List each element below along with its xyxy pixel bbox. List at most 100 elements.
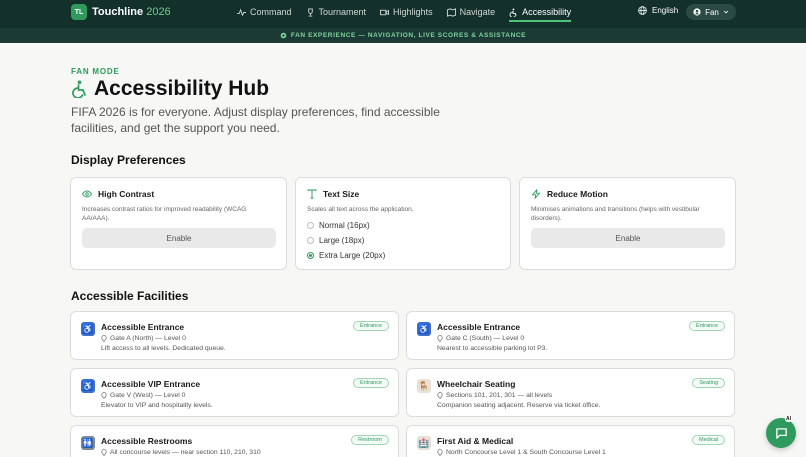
text-size-description: Scales all text across the application. — [307, 206, 414, 213]
option-label: Large (18px) — [319, 236, 365, 245]
logo-badge[interactable]: TL — [71, 4, 87, 20]
chevron-down-icon — [723, 10, 728, 14]
high-contrast-description: Increases contrast ratios for improved r… — [82, 206, 247, 222]
facility-name: Wheelchair Seating — [437, 379, 516, 389]
video-icon — [380, 9, 390, 15]
wheelchair-icon: ♿ — [81, 322, 95, 336]
page-description: FIFA 2026 is for everyone. Adjust displa… — [71, 105, 440, 135]
facility-location: All concourse levels — near section 110,… — [101, 449, 261, 456]
map-pin-icon — [101, 449, 107, 456]
facility-card[interactable]: 🚻 Accessible Restrooms Restroom All conc… — [70, 425, 399, 457]
nav-item-navigate[interactable]: Navigate — [446, 0, 496, 24]
hospital-icon: 🏥 — [417, 436, 431, 450]
nav-label: Navigate — [459, 7, 496, 17]
map-pin-icon — [101, 392, 107, 399]
reduce-motion-title: Reduce Motion — [547, 189, 608, 199]
type-icon — [307, 189, 317, 199]
map-pin-icon — [437, 449, 443, 456]
trophy-icon — [307, 7, 313, 17]
mode-eyebrow: FAN MODE — [71, 67, 120, 76]
accessibility-icon — [509, 7, 517, 17]
facility-name: Accessible VIP Entrance — [101, 379, 201, 389]
language-label: English — [652, 6, 679, 15]
reduce-motion-header: Reduce Motion — [531, 189, 608, 199]
stadium-icon — [280, 32, 287, 39]
nav-item-tournament[interactable]: Tournament — [306, 0, 367, 24]
nav-item-accessibility[interactable]: Accessibility — [509, 0, 572, 24]
facilities-heading: Accessible Facilities — [71, 289, 189, 303]
option-label: Normal (16px) — [319, 221, 370, 230]
facility-tag: Seating — [692, 378, 725, 388]
facility-note: Nearest to accessible parking lot P3. — [437, 345, 548, 352]
facility-card[interactable]: ♿ Accessible Entrance Entrance Gate A (N… — [70, 311, 399, 360]
text-size-option-extra-large[interactable]: Extra Large (20px) — [307, 251, 385, 260]
seat-icon: 🪑 — [417, 379, 431, 393]
facility-location: Sections 101, 201, 301 — all levels — [437, 392, 552, 399]
main-nav: Command Tournament Highlights Navigate A… — [237, 0, 572, 24]
radio-button[interactable] — [307, 237, 314, 244]
location-text: Sections 101, 201, 301 — all levels — [446, 392, 553, 399]
facility-note: Companion seating adjacent. Reserve via … — [437, 402, 601, 409]
page-title: Accessibility Hub — [94, 77, 270, 100]
banner-text: FAN EXPERIENCE — NAVIGATION, LIVE SCORES… — [290, 32, 527, 39]
activity-icon — [237, 7, 246, 16]
map-pin-icon — [437, 335, 443, 342]
facility-card[interactable]: ♿ Accessible VIP Entrance Entrance Gate … — [70, 368, 399, 417]
reduce-motion-enable-button[interactable]: Enable — [531, 228, 725, 248]
facility-name: Accessible Entrance — [101, 322, 185, 332]
ai-badge: AI — [785, 416, 792, 422]
radio-button[interactable] — [307, 222, 314, 229]
facility-tag: Entrance — [688, 321, 725, 331]
text-size-option-large[interactable]: Large (18px) — [307, 236, 364, 245]
high-contrast-header: High Contrast — [82, 189, 154, 199]
text-size-title: Text Size — [323, 189, 360, 199]
facility-card[interactable]: ♿ Accessible Entrance Entrance Gate C (S… — [406, 311, 735, 360]
facility-name: Accessible Entrance — [437, 322, 521, 332]
facility-name: Accessible Restrooms — [101, 436, 193, 446]
text-size-header: Text Size — [307, 189, 359, 199]
facility-name: First Aid & Medical — [437, 436, 514, 446]
globe-icon — [638, 6, 647, 15]
location-text: Gate V (West) — Level 0 — [110, 392, 186, 399]
info-banner: FAN EXPERIENCE — NAVIGATION, LIVE SCORES… — [0, 28, 806, 43]
facility-note: Elevator to VIP and hospitality levels. — [101, 402, 213, 409]
accessibility-icon — [72, 80, 86, 98]
nav-item-command[interactable]: Command — [237, 0, 292, 24]
language-selector[interactable]: English — [638, 6, 678, 15]
option-label: Extra Large (20px) — [319, 251, 386, 260]
wheelchair-icon: ♿ — [417, 322, 431, 336]
facility-tag: Entrance — [352, 321, 389, 331]
reduce-motion-description: Minimises animations and transitions (he… — [531, 206, 700, 222]
brand-name[interactable]: Touchline 2026 — [92, 6, 171, 18]
facility-location: Gate C (South) — Level 0 — [437, 335, 524, 342]
brand-text: Touchline — [92, 6, 144, 18]
high-contrast-enable-button[interactable]: Enable — [82, 228, 276, 248]
text-size-option-normal[interactable]: Normal (16px) — [307, 221, 370, 230]
nav-label: Highlights — [393, 7, 433, 17]
radio-button-selected[interactable] — [307, 252, 314, 259]
user-icon — [693, 8, 701, 16]
map-pin-icon — [437, 392, 443, 399]
facility-card[interactable]: 🏥 First Aid & Medical Medical North Conc… — [406, 425, 735, 457]
nav-label: Tournament — [318, 7, 367, 17]
facility-location: Gate V (West) — Level 0 — [101, 392, 185, 399]
facility-tag: Restroom — [351, 435, 389, 445]
brand-year: 2026 — [146, 6, 171, 18]
ai-chat-button[interactable] — [766, 418, 796, 448]
nav-label: Command — [250, 7, 292, 17]
facility-card[interactable]: 🪑 Wheelchair Seating Seating Sections 10… — [406, 368, 735, 417]
location-text: All concourse levels — near section 110,… — [110, 449, 261, 456]
wheelchair-icon: ♿ — [81, 379, 95, 393]
high-contrast-card: High Contrast Increases contrast ratios … — [70, 177, 287, 270]
mode-switch-button[interactable]: Fan — [686, 4, 736, 20]
high-contrast-title: High Contrast — [98, 189, 155, 199]
facility-location: North Concourse Level 1 & South Concours… — [437, 449, 606, 456]
nav-item-highlights[interactable]: Highlights — [380, 0, 433, 24]
nav-label: Accessibility — [522, 7, 572, 17]
location-text: Gate C (South) — Level 0 — [446, 335, 525, 342]
chat-bubble-icon — [775, 427, 787, 439]
display-preferences-heading: Display Preferences — [71, 153, 186, 167]
restroom-icon: 🚻 — [81, 436, 95, 450]
facility-note: Lift access to all levels. Dedicated que… — [101, 345, 226, 352]
top-navigation-bar: TL Touchline 2026 Command Tournament Hig… — [0, 0, 806, 28]
